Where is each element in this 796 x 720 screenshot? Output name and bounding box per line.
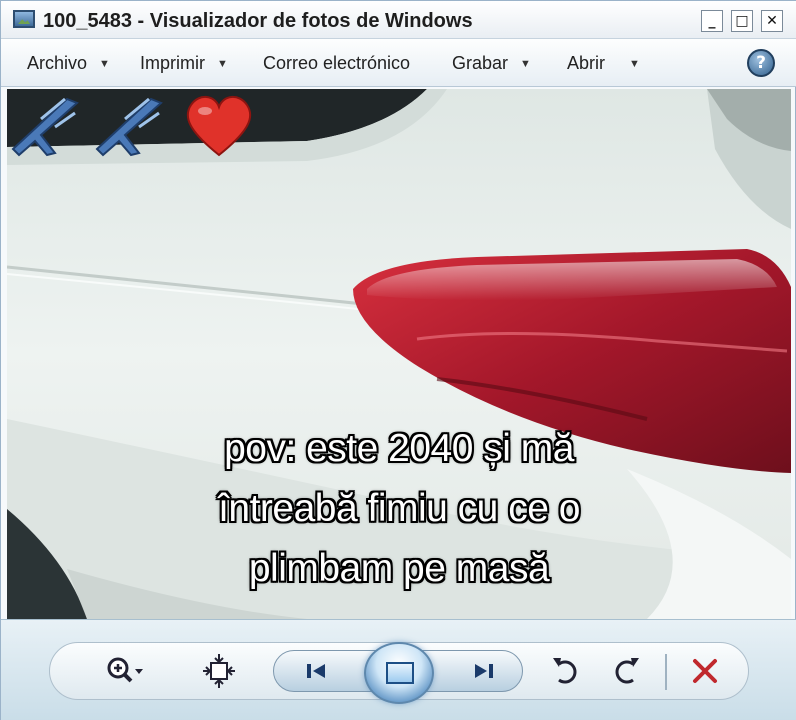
menu-grabar[interactable]: Grabar ▼ xyxy=(452,53,531,74)
menu-archivo-label: Archivo xyxy=(27,53,88,73)
maximize-button[interactable]: □ xyxy=(731,10,753,32)
chevron-down-icon: ▼ xyxy=(217,58,228,70)
menu-imprimir-label: Imprimir xyxy=(140,53,205,73)
zoom-icon xyxy=(107,657,143,683)
emoji-group xyxy=(11,96,252,157)
menu-correo-label: Correo electrónico xyxy=(263,53,411,73)
rotate-clockwise-button[interactable] xyxy=(603,650,647,692)
minimize-button[interactable]: _ xyxy=(701,10,723,32)
caption-line: întreabă fimiu cu ce o xyxy=(218,487,580,530)
menu-bar: Archivo ▼ Imprimir ▼ Correo electrónico Gr… xyxy=(1,39,796,87)
caption-line: pov: este 2040 și mă xyxy=(224,427,574,470)
menu-correo-electronico[interactable]: Correo electrónico xyxy=(263,53,410,74)
chevron-down-icon: ▼ xyxy=(629,58,640,70)
close-button[interactable]: ✕ xyxy=(761,10,783,32)
actual-size-icon xyxy=(203,654,235,688)
next-icon xyxy=(475,664,493,678)
menu-abrir[interactable]: Abrir ▼ xyxy=(567,53,640,74)
chevron-down-icon: ▼ xyxy=(520,58,531,70)
airplane-icon xyxy=(11,97,79,157)
viewer-toolbar xyxy=(1,619,796,720)
photo-viewer-app-icon xyxy=(13,10,35,28)
menu-archivo[interactable]: Archivo ▼ xyxy=(27,53,110,74)
red-heart-icon xyxy=(186,96,252,157)
photo-caption: pov: este 2040 și mă întreabă fimiu cu c… xyxy=(7,419,791,599)
chevron-down-icon: ▼ xyxy=(99,58,110,70)
slideshow-button[interactable] xyxy=(364,642,434,704)
toolbar-divider xyxy=(665,654,667,690)
window-title: 100_5483 - Visualizador de fotos de Wind… xyxy=(43,10,473,32)
menu-imprimir[interactable]: Imprimir ▼ xyxy=(140,53,228,74)
next-button[interactable] xyxy=(463,656,503,686)
help-icon[interactable]: ? xyxy=(747,49,775,77)
actual-size-button[interactable] xyxy=(197,650,241,692)
previous-button[interactable] xyxy=(297,656,337,686)
rotate-clockwise-icon xyxy=(615,658,639,684)
delete-icon xyxy=(693,659,717,683)
zoom-button[interactable] xyxy=(101,650,145,692)
photo-display: pov: este 2040 și mă întreabă fimiu cu c… xyxy=(7,89,791,619)
rotate-counterclockwise-icon xyxy=(553,658,577,684)
delete-button[interactable] xyxy=(685,650,725,692)
photo-viewer-window: 100_5483 - Visualizador de fotos de Wind… xyxy=(0,0,796,720)
airplane-icon xyxy=(95,97,163,157)
caption-line: plimbam pe masă xyxy=(248,547,550,590)
rotate-counterclockwise-button[interactable] xyxy=(545,650,589,692)
menu-abrir-label: Abrir xyxy=(567,53,606,73)
previous-icon xyxy=(307,664,325,678)
menu-grabar-label: Grabar xyxy=(452,53,509,73)
slideshow-icon xyxy=(386,662,414,684)
title-bar[interactable]: 100_5483 - Visualizador de fotos de Wind… xyxy=(1,1,796,39)
